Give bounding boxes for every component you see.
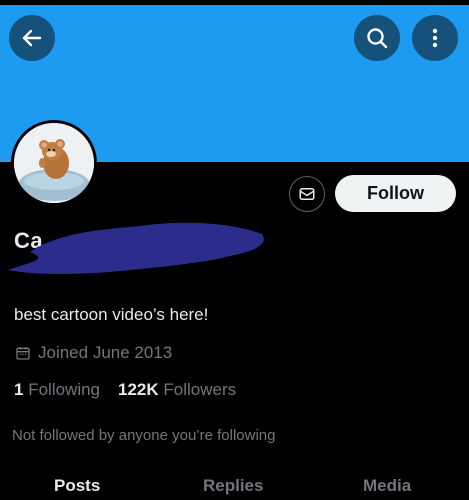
more-button[interactable]: [412, 15, 458, 61]
followers-link[interactable]: 122K Followers: [118, 380, 236, 400]
back-button[interactable]: [9, 15, 55, 61]
search-icon: [367, 28, 388, 49]
more-vertical-icon: [432, 28, 438, 48]
followers-label: Followers: [163, 380, 237, 399]
message-button[interactable]: [289, 176, 325, 212]
mutual-followers-note: Not followed by anyone you’re following: [12, 427, 276, 444]
tab-posts[interactable]: Posts: [54, 476, 100, 496]
follow-stats: 1 Following 122K Followers: [14, 380, 236, 400]
envelope-icon: [299, 188, 315, 200]
avatar[interactable]: [11, 120, 97, 206]
following-count: 1: [14, 380, 24, 399]
avatar-image: [14, 123, 94, 203]
joined-date: Joined June 2013: [15, 343, 172, 363]
following-label: Following: [28, 380, 101, 399]
redaction-scribble: [8, 222, 264, 274]
profile-tabs: Posts Replies Media: [0, 468, 469, 500]
tab-replies[interactable]: Replies: [203, 476, 263, 496]
tab-media[interactable]: Media: [363, 476, 411, 496]
search-button[interactable]: [354, 15, 400, 61]
calendar-icon: [16, 347, 30, 360]
following-link[interactable]: 1 Following: [14, 380, 100, 400]
arrow-left-icon: [22, 29, 42, 47]
follow-button[interactable]: Follow: [335, 175, 456, 212]
followers-count: 122K: [118, 380, 159, 399]
joined-text: Joined June 2013: [38, 343, 173, 362]
profile-bio: best cartoon video’s here!: [14, 305, 209, 324]
